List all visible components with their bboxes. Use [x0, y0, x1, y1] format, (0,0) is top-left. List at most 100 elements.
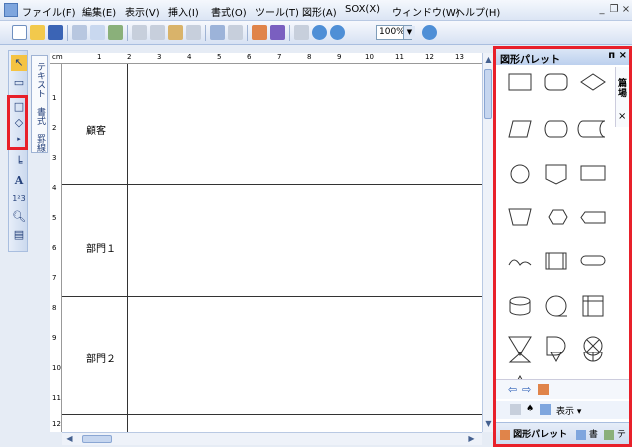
- view-dropdown[interactable]: 表示 ▾: [556, 404, 581, 417]
- shape-capsule[interactable]: [580, 255, 606, 266]
- tab-book[interactable]: 書: [576, 427, 598, 440]
- shape-preparation[interactable]: [548, 209, 568, 225]
- copy-icon[interactable]: [150, 25, 165, 40]
- ruler-tick: 9: [52, 334, 57, 342]
- vertical-scrollbar[interactable]: ▲ ▼: [482, 53, 493, 432]
- menu-format[interactable]: 書式(O): [211, 4, 247, 19]
- palette-title-text: 図形パレット: [500, 55, 560, 66]
- lane-label-dept2[interactable]: 部門２: [86, 350, 116, 365]
- forward-icon[interactable]: [330, 25, 345, 40]
- new-document-icon[interactable]: [12, 25, 27, 40]
- shape-terminator[interactable]: [544, 120, 568, 138]
- menu-file[interactable]: ファイル(F): [22, 4, 76, 19]
- shape-manual-operation[interactable]: [508, 208, 532, 226]
- numbering-icon[interactable]: 1²3: [11, 191, 27, 207]
- paste-icon[interactable]: [168, 25, 183, 40]
- palette-tab-icon: [500, 429, 510, 440]
- scroll-left-icon[interactable]: ◀: [64, 434, 75, 443]
- arrow-left-icon[interactable]: ⇦: [508, 383, 517, 396]
- save-icon[interactable]: [48, 25, 63, 40]
- standard-toolbar: 100% ▼: [0, 21, 632, 45]
- open-folder-icon[interactable]: [30, 25, 45, 40]
- palette-title: 図形パレット п ×: [496, 49, 629, 66]
- shape-rectangle[interactable]: [508, 73, 532, 91]
- format-painter-icon[interactable]: [186, 25, 201, 40]
- shape-stored-data[interactable]: [577, 120, 606, 138]
- ruler-tick: 10: [52, 364, 61, 372]
- undo-icon[interactable]: [210, 25, 225, 40]
- lane-label-customer[interactable]: 顧客: [86, 122, 106, 137]
- ruler-tick: 3: [52, 154, 57, 162]
- close-icon[interactable]: п ×: [608, 50, 627, 61]
- tab-shape-palette[interactable]: 図形パレット: [500, 427, 567, 440]
- scroll-thumb[interactable]: [484, 69, 492, 119]
- shape-sequential-storage[interactable]: [545, 295, 567, 317]
- scroll-right-icon[interactable]: ▶: [466, 434, 477, 443]
- ruler-tick: 2: [52, 124, 57, 132]
- menu-insert[interactable]: 挿入(I): [168, 4, 199, 19]
- palette-home-icon[interactable]: [538, 384, 549, 395]
- menu-sox[interactable]: SOX(X): [345, 4, 380, 15]
- ruler-tick: 7: [277, 53, 282, 61]
- page-icon[interactable]: ▤: [11, 227, 27, 243]
- tab-label: テ: [616, 430, 626, 440]
- minimize-icon[interactable]: _: [596, 4, 608, 16]
- connector-icon[interactable]: ╘: [11, 155, 27, 171]
- swap-icon[interactable]: [540, 404, 551, 415]
- close-icon[interactable]: ×: [620, 4, 632, 16]
- arrow-right-icon[interactable]: ⇨: [522, 383, 531, 396]
- print-preview-icon[interactable]: [90, 25, 105, 40]
- zoom-icon[interactable]: 🔍︎: [11, 209, 27, 225]
- side-tab[interactable]: テキスト 書式 罫線: [31, 55, 48, 153]
- diagram-canvas[interactable]: 顧客 部門１ 部門２: [62, 64, 482, 432]
- shape-rounded-rectangle[interactable]: [544, 73, 568, 91]
- close-icon[interactable]: ×: [618, 111, 626, 122]
- cut-icon[interactable]: [132, 25, 147, 40]
- redo-icon[interactable]: [228, 25, 243, 40]
- horizontal-scrollbar[interactable]: ◀ ▶: [62, 432, 482, 445]
- shape-sort[interactable]: [550, 352, 562, 363]
- palette-side-panel[interactable]: 篇 場 ×: [615, 67, 629, 127]
- shape-diamond[interactable]: [580, 73, 606, 91]
- shape-database[interactable]: [509, 296, 531, 316]
- palette-navigation: ⇦ ⇨: [496, 379, 629, 399]
- scroll-thumb[interactable]: [82, 435, 112, 443]
- help-icon[interactable]: [422, 25, 437, 40]
- shape-collate[interactable]: [508, 352, 532, 363]
- ruler-tick: 1: [97, 53, 102, 61]
- shape-offpage-connector[interactable]: [545, 164, 567, 185]
- table-icon[interactable]: [294, 25, 309, 40]
- shape-display[interactable]: [580, 211, 606, 224]
- palette-toggle-icon[interactable]: [252, 25, 267, 40]
- lane-divider: [62, 184, 482, 185]
- ruler-tick: 7: [52, 274, 57, 282]
- spell-check-icon[interactable]: [108, 25, 123, 40]
- ruler-tick: 13: [455, 53, 464, 61]
- menu-help[interactable]: ヘルプ(H): [455, 4, 500, 19]
- chevron-down-icon[interactable]: ▼: [403, 26, 415, 39]
- back-icon[interactable]: [312, 25, 327, 40]
- refresh-icon[interactable]: [510, 404, 521, 415]
- lane-divider: [62, 296, 482, 297]
- shape-document[interactable]: [580, 165, 606, 181]
- palette-view-bar: ♠ 表示 ▾: [496, 401, 629, 419]
- restore-icon[interactable]: ❐: [608, 4, 620, 16]
- pointer-icon[interactable]: ↖: [11, 55, 27, 71]
- lane-label-dept1[interactable]: 部門１: [86, 240, 116, 255]
- menu-edit[interactable]: 編集(E): [82, 4, 116, 19]
- tab-text[interactable]: テ: [604, 427, 626, 440]
- shape-circle[interactable]: [510, 164, 530, 184]
- pen-icon[interactable]: [270, 25, 285, 40]
- line-tool-icon[interactable]: ▭: [11, 75, 27, 91]
- shape-wave[interactable]: [508, 259, 532, 266]
- menu-shape[interactable]: 図形(A): [302, 4, 337, 19]
- text-tool-icon[interactable]: A: [11, 173, 27, 189]
- print-icon[interactable]: [72, 25, 87, 40]
- shape-parallelogram[interactable]: [508, 120, 532, 138]
- menu-window[interactable]: ウィンドウ(W): [392, 4, 460, 19]
- menu-view[interactable]: 表示(V): [125, 4, 160, 19]
- text-tab-icon: [604, 429, 614, 440]
- menu-tools[interactable]: ツール(T): [255, 4, 299, 19]
- shape-internal-storage[interactable]: [582, 295, 604, 317]
- search-icon[interactable]: ♠: [526, 404, 534, 414]
